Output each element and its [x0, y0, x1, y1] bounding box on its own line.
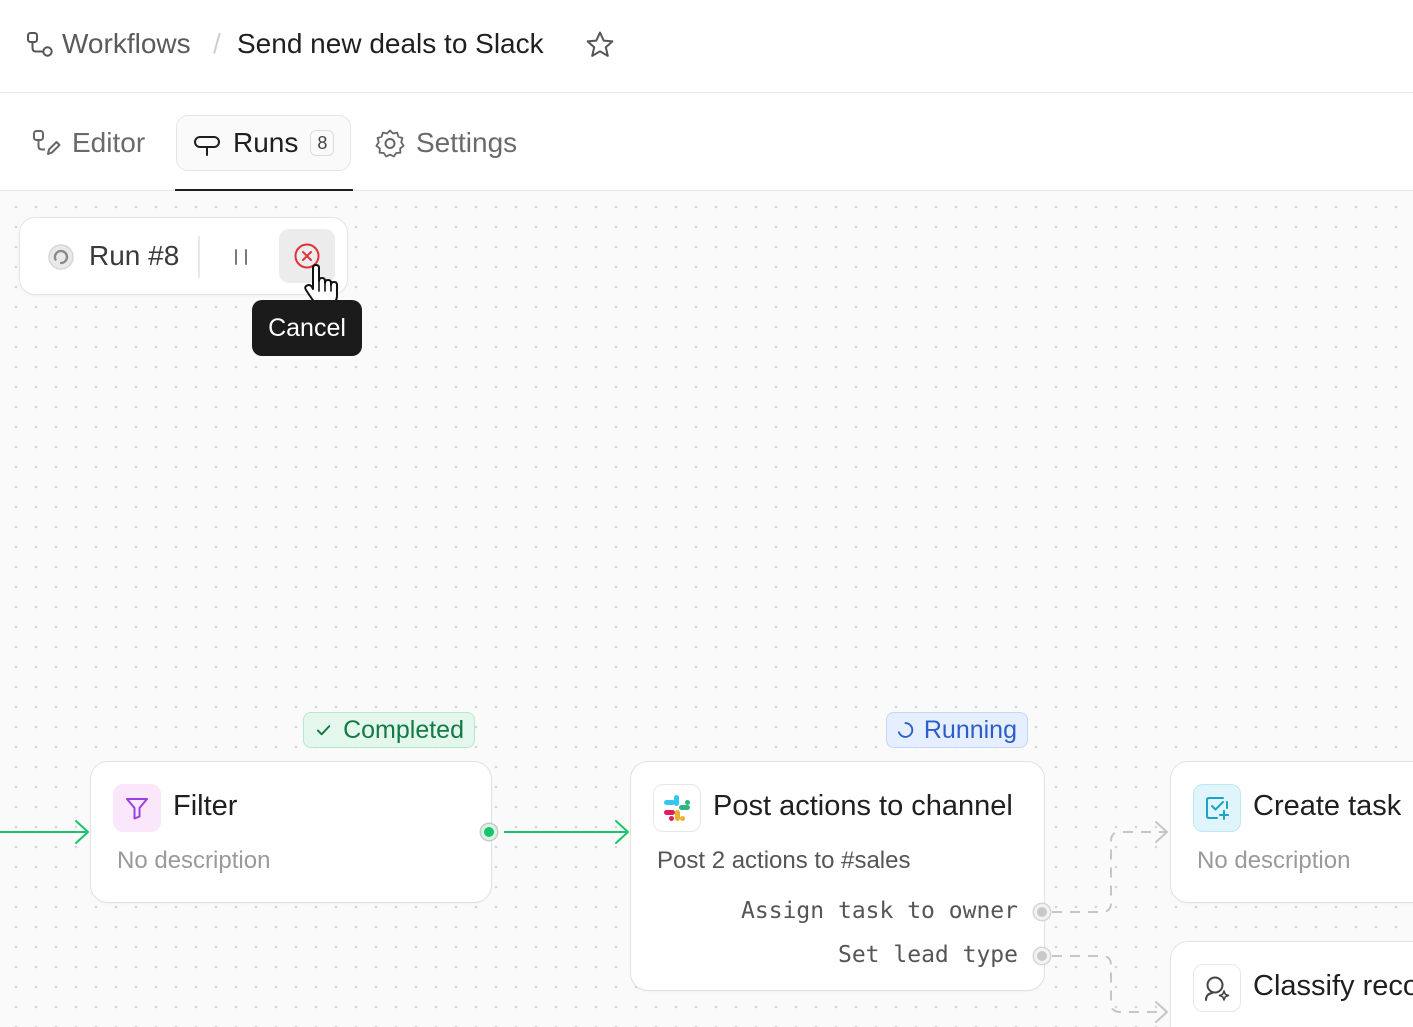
tab-editor[interactable]: Editor: [30, 115, 145, 171]
run-control-card: Run #8: [19, 217, 348, 295]
check-icon: [316, 725, 331, 736]
node-filter[interactable]: Filter No description: [90, 761, 492, 903]
status-badge-completed: Completed: [303, 712, 475, 748]
status-badge-running-label: Running: [923, 715, 1017, 744]
tab-editor-label: Editor: [72, 127, 146, 158]
workflow-icon: [27, 32, 53, 57]
workflow-canvas[interactable]: Run #8 Cancel Completed Running Filter N…: [0, 191, 1413, 1027]
run-label: Run #8: [89, 240, 180, 271]
slack-icon: [653, 784, 701, 832]
branch-label-set-lead-type: Set lead type: [837, 942, 1018, 968]
status-badge-running: Running: [886, 712, 1028, 748]
tab-runs[interactable]: Runs 8: [176, 115, 351, 171]
header: Workflows / Send new deals to Slack: [0, 0, 1413, 93]
runs-icon: [194, 136, 220, 156]
node-filter-description: No description: [117, 847, 271, 874]
status-badge-completed-label: Completed: [343, 715, 464, 744]
branch-port-set-lead-type[interactable]: [1034, 948, 1050, 964]
tab-runs-label: Runs: [233, 127, 299, 158]
edge-leadtype-to-classify: [1052, 955, 1166, 1013]
spinner-icon: [897, 722, 914, 738]
star-icon[interactable]: [584, 29, 616, 61]
filter-icon: [113, 784, 161, 832]
tab-settings[interactable]: Settings: [374, 115, 517, 171]
node-post-title: Post actions to channel: [713, 790, 1013, 822]
node-create-task-description: No description: [1197, 847, 1351, 874]
node-create-task[interactable]: Create task No description: [1170, 761, 1413, 903]
pause-icon[interactable]: [222, 238, 260, 276]
runs-count-badge: 8: [310, 130, 335, 156]
filter-output-port[interactable]: [481, 824, 497, 840]
task-icon: [1193, 784, 1241, 832]
page-title: Send new deals to Slack: [237, 28, 544, 59]
gear-icon: [375, 129, 405, 158]
node-classify-record[interactable]: Classify record: [1170, 941, 1413, 1027]
node-post-actions[interactable]: Post actions to channel Post 2 actions t…: [630, 761, 1045, 991]
node-filter-title: Filter: [173, 790, 238, 822]
node-post-description: Post 2 actions to #sales: [657, 847, 911, 874]
tab-bar: Editor Runs 8 Settings: [0, 93, 1413, 191]
classify-icon: [1193, 964, 1241, 1012]
edge-assign-to-task: [1052, 831, 1166, 913]
breadcrumb-separator: /: [213, 28, 221, 59]
editor-icon: [33, 130, 61, 155]
node-classify-title: Classify record: [1253, 970, 1413, 1002]
branch-label-assign-task: Assign task to owner: [741, 898, 1018, 924]
run-card-divider: [198, 236, 200, 278]
tab-settings-label: Settings: [416, 127, 518, 158]
spinner-icon: [48, 244, 74, 270]
branch-port-assign-task[interactable]: [1034, 904, 1050, 920]
breadcrumb-workflows-link[interactable]: Workflows: [62, 28, 191, 60]
cancel-tooltip: Cancel: [252, 300, 362, 356]
node-create-task-title: Create task: [1253, 790, 1402, 822]
